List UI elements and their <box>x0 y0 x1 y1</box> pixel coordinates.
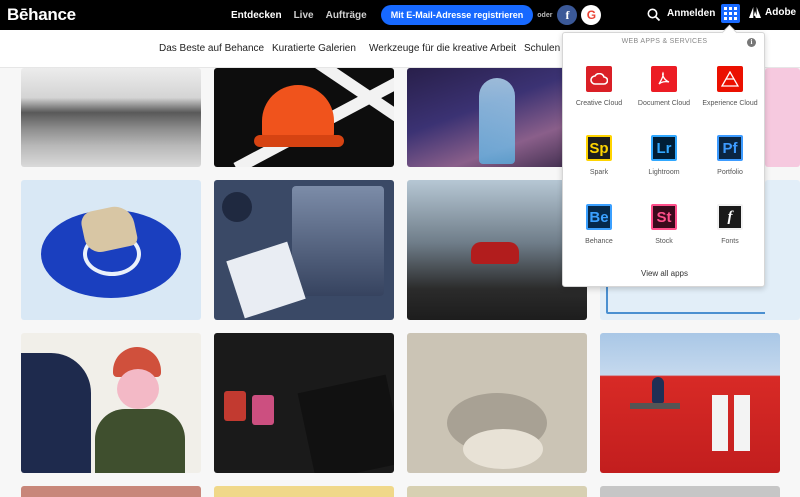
project-thumbnail <box>479 78 515 164</box>
project-thumbnail <box>21 353 91 473</box>
app-spark[interactable]: Sp Spark <box>565 135 633 176</box>
nav-link-entdecken[interactable]: Entdecken <box>231 10 282 21</box>
or-label: oder <box>537 11 553 19</box>
spark-icon: Sp <box>586 135 612 161</box>
project-tile[interactable] <box>21 68 201 167</box>
adobe-label: Adobe <box>765 7 797 18</box>
behance-logo[interactable]: Bēhance <box>7 5 76 25</box>
project-tile[interactable] <box>21 180 201 320</box>
project-thumbnail <box>233 68 394 167</box>
web-apps-dropdown: WEB APPS & SERVICES i Creative Cloud Doc… <box>562 32 765 287</box>
app-label: Creative Cloud <box>575 100 623 107</box>
app-label: Spark <box>589 169 609 176</box>
project-thumbnail <box>292 186 384 296</box>
app-label: Stock <box>655 238 673 245</box>
app-portfolio[interactable]: Pf Portfolio <box>696 135 764 176</box>
stock-icon: St <box>651 204 677 230</box>
app-creative-cloud[interactable]: Creative Cloud <box>565 66 633 107</box>
project-tile[interactable] <box>600 486 780 497</box>
app-label: Behance <box>585 238 613 245</box>
app-label: Portfolio <box>717 169 743 176</box>
experience-cloud-icon <box>717 66 743 92</box>
project-tile[interactable]: project-red-building <box>600 333 780 473</box>
project-tile[interactable] <box>407 180 587 320</box>
nav-link-auftraege[interactable]: Aufträge <box>326 10 367 21</box>
register-email-button[interactable]: Mit E-Mail-Adresse registrieren <box>380 5 534 25</box>
creative-cloud-icon <box>586 66 612 92</box>
project-tile[interactable] <box>407 68 587 167</box>
project-tile[interactable] <box>214 180 394 320</box>
apps-grid-icon[interactable] <box>721 4 740 23</box>
app-label: Document Cloud <box>637 100 691 107</box>
project-tile[interactable] <box>407 333 587 473</box>
project-tile[interactable] <box>765 180 800 320</box>
search-icon[interactable] <box>646 7 662 23</box>
subnav-curated-galleries[interactable]: Kuratierte Galerien <box>272 43 356 54</box>
dropdown-title: WEB APPS & SERVICES <box>621 38 708 45</box>
project-tile[interactable] <box>214 333 394 473</box>
project-tile[interactable] <box>214 68 394 167</box>
app-fonts[interactable]: f Fonts <box>696 204 764 245</box>
project-tile[interactable] <box>407 486 587 497</box>
adobe-link[interactable]: Adobe <box>749 7 796 18</box>
project-thumbnail <box>21 68 201 167</box>
behance-app-icon: Be <box>586 204 612 230</box>
app-document-cloud[interactable]: Document Cloud <box>630 66 698 107</box>
top-navigation-bar: Bēhance Entdecken Live Aufträge Mit E-Ma… <box>0 0 800 30</box>
project-tile[interactable] <box>21 486 201 497</box>
app-experience-cloud[interactable]: Experience Cloud <box>696 66 764 107</box>
google-signin-icon[interactable]: G <box>581 5 602 25</box>
portfolio-icon: Pf <box>717 135 743 161</box>
fonts-icon: f <box>717 204 743 230</box>
nav-link-live[interactable]: Live <box>294 10 314 21</box>
app-lightroom[interactable]: Lr Lightroom <box>630 135 698 176</box>
app-stock[interactable]: St Stock <box>630 204 698 245</box>
app-behance[interactable]: Be Behance <box>565 204 633 245</box>
project-tile[interactable] <box>765 68 800 167</box>
signin-link[interactable]: Anmelden <box>667 8 715 19</box>
app-label: Fonts <box>721 238 739 245</box>
subnav-best-of-behance[interactable]: Das Beste auf Behance <box>159 43 264 54</box>
app-label: Experience Cloud <box>702 100 758 107</box>
project-tile[interactable] <box>214 486 394 497</box>
main-nav: Entdecken Live Aufträge Mit E-Mail-Adres… <box>231 0 605 30</box>
app-label: Lightroom <box>648 169 680 176</box>
adobe-logo-icon <box>749 7 761 18</box>
subnav-creative-tools[interactable]: Werkzeuge für die kreative Arbeit <box>369 43 516 54</box>
facebook-signin-icon[interactable]: f <box>557 5 578 25</box>
project-thumbnail <box>224 391 246 421</box>
view-all-apps-link[interactable]: View all apps <box>563 269 766 278</box>
document-cloud-icon <box>651 66 677 92</box>
project-thumbnail <box>471 242 519 264</box>
lightroom-icon: Lr <box>651 135 677 161</box>
project-tile[interactable] <box>21 333 201 473</box>
info-icon[interactable]: i <box>747 38 756 47</box>
